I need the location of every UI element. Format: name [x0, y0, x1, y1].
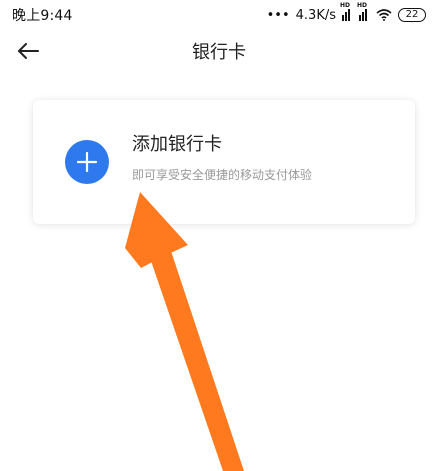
status-bar: 晚上9:44 ••• 4.3K/s HD HD 22: [0, 0, 438, 30]
card-text: 添加银行卡 即可享受安全便捷的移动支付体验: [132, 133, 312, 183]
battery-icon: 22: [398, 8, 426, 22]
network-speed: 4.3K/s: [295, 7, 336, 23]
status-icons: ••• 4.3K/s HD HD 22: [266, 2, 426, 23]
battery-level: 22: [405, 9, 419, 20]
status-time: 晚上9:44: [12, 8, 73, 24]
hd-label-2: HD: [357, 2, 368, 9]
signal-icon-1: HD: [340, 2, 353, 21]
add-circle: [65, 140, 109, 184]
back-button[interactable]: [12, 37, 44, 65]
bank-card-screen: 晚上9:44 ••• 4.3K/s HD HD 22 银行卡 添加银行卡 即可享…: [0, 0, 438, 471]
nav-bar: 银行卡: [0, 30, 438, 72]
wifi-icon: [376, 9, 392, 21]
card-subtitle: 即可享受安全便捷的移动支付体验: [132, 168, 313, 182]
page-title: 银行卡: [192, 42, 246, 63]
arrow-shaft: [150, 251, 244, 471]
back-arrow-icon: [18, 43, 39, 59]
add-bank-card-button[interactable]: 添加银行卡 即可享受安全便捷的移动支付体验: [33, 100, 415, 224]
signal-icon-2: HD: [357, 2, 370, 21]
hd-label-1: HD: [340, 2, 351, 9]
plus-icon: [77, 152, 97, 172]
network-dots-icon: •••: [266, 7, 290, 23]
card-title: 添加银行卡: [132, 134, 222, 155]
